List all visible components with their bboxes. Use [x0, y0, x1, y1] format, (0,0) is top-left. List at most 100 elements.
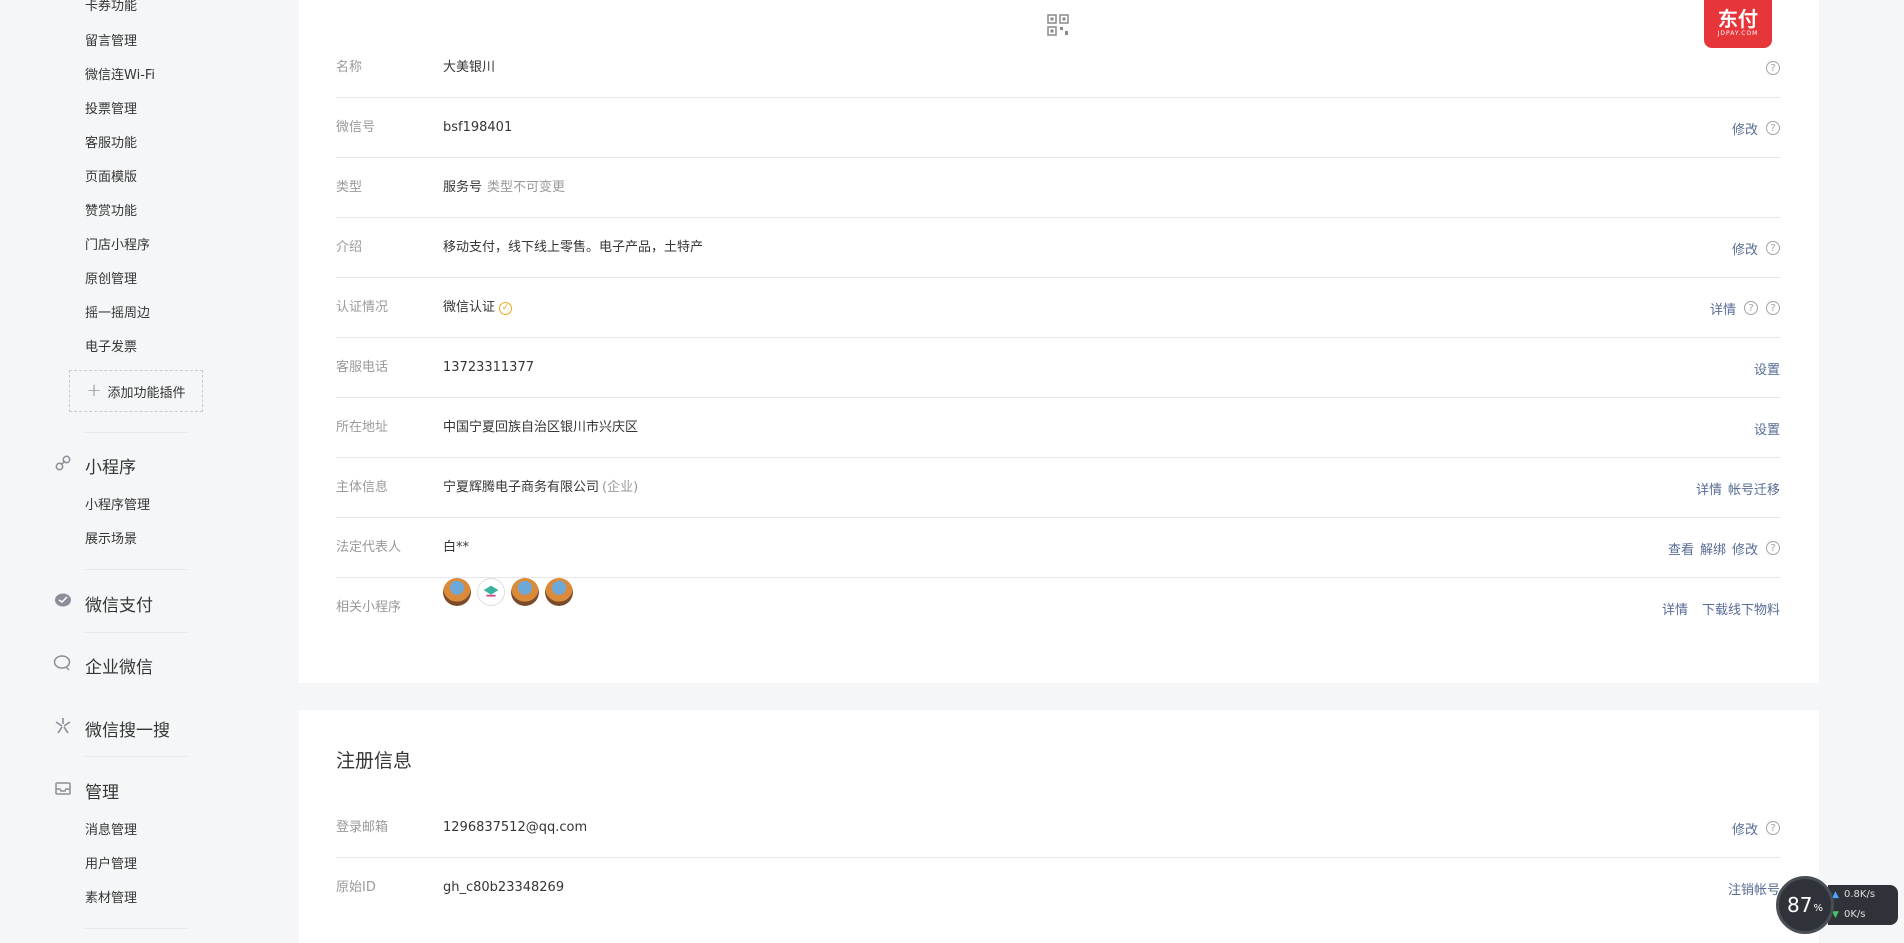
row-value: gh_c80b23348269 — [443, 880, 565, 895]
sidebar-divider — [85, 928, 187, 929]
details-link[interactable]: 详情 — [1710, 299, 1736, 318]
download-materials-link[interactable]: 下载线下物料 — [1702, 599, 1780, 618]
row-label: 登录邮箱 — [336, 820, 389, 835]
row-value: 13723311377 — [443, 360, 534, 375]
row-label: 所在地址 — [336, 420, 389, 435]
row-value: 1296837512@qq.com — [443, 820, 588, 835]
modify-link[interactable]: 修改 — [1732, 239, 1758, 258]
sidebar-section-wechat-search[interactable]: 微信搜一搜 — [85, 716, 170, 741]
speed-panel: ▲ 0.8K/s ▼ 0K/s — [1828, 885, 1898, 925]
cancel-account-link[interactable]: 注销帐号 — [1728, 879, 1780, 898]
help-icon[interactable]: ? — [1766, 241, 1780, 255]
sidebar-item-invoice[interactable]: 电子发票 — [85, 336, 137, 355]
sidebar-item-material-manage[interactable]: 素材管理 — [85, 887, 137, 906]
sidebar-item-page-template[interactable]: 页面模版 — [85, 166, 137, 185]
sidebar-item-wifi[interactable]: 微信连Wi-Fi — [85, 64, 155, 83]
verified-check-icon: ✓ — [499, 301, 513, 315]
add-plugin-label: 添加功能插件 — [107, 385, 186, 401]
modify-link[interactable]: 修改 — [1732, 819, 1758, 838]
entity-type: (企业) — [602, 480, 639, 495]
brand-badge-sub: JDPAY.COM — [1717, 30, 1759, 37]
link-icon — [53, 453, 73, 473]
settings-link[interactable]: 设置 — [1754, 359, 1780, 378]
reg-row-original-id: 原始ID gh_c80b23348269 注销帐号 — [336, 858, 1780, 918]
miniprogram-avatar[interactable] — [477, 578, 505, 606]
modify-link[interactable]: 修改 — [1732, 539, 1758, 558]
qrcode-icon[interactable] — [1047, 14, 1069, 36]
sidebar-divider — [85, 432, 187, 433]
details-link[interactable]: 详情 — [1662, 599, 1688, 618]
network-speed-widget[interactable]: ▲ 0.8K/s ▼ 0K/s 87% — [1776, 876, 1900, 934]
info-row-wechat-id: 微信号 bsf198401 修改 ? — [336, 98, 1780, 158]
row-value: 移动支付，线下线上零售。电子产品，土特产 — [443, 240, 704, 255]
help-icon[interactable]: ? — [1766, 541, 1780, 555]
sidebar-item-reward[interactable]: 赞赏功能 — [85, 200, 137, 219]
info-row-intro: 介绍 移动支付，线下线上零售。电子产品，土特产 修改 ? — [336, 218, 1780, 278]
sidebar-item-card-coupon[interactable]: 卡券功能 — [85, 0, 137, 14]
chat-bubble-icon — [53, 653, 73, 673]
download-speed: 0K/s — [1844, 909, 1866, 920]
account-migrate-link[interactable]: 帐号迁移 — [1728, 479, 1780, 498]
brand-badge-text: 东付 — [1718, 7, 1758, 31]
row-value: 大美银川 — [443, 60, 496, 75]
sidebar-item-comments[interactable]: 留言管理 — [85, 30, 137, 49]
registration-title: 注册信息 — [336, 750, 413, 772]
details-link[interactable]: 详情 — [1696, 479, 1722, 498]
sidebar-item-miniprogram-manage[interactable]: 小程序管理 — [85, 494, 150, 513]
sidebar-item-customer-service[interactable]: 客服功能 — [85, 132, 137, 151]
info-row-name: 名称 大美银川 ? — [336, 38, 1780, 98]
info-row-entity: 主体信息 宁夏辉腾电子商务有限公司 (企业) 详情 帐号迁移 — [336, 458, 1780, 518]
gauge-percent: 87 — [1787, 893, 1813, 917]
sidebar-item-user-manage[interactable]: 用户管理 — [85, 853, 137, 872]
row-value: 服务号 — [443, 180, 483, 195]
sidebar-divider — [85, 632, 187, 633]
info-row-type: 类型 服务号 类型不可变更 — [336, 158, 1780, 218]
inbox-icon — [53, 778, 73, 798]
sidebar-divider — [85, 756, 187, 757]
row-value: 白** — [443, 540, 470, 555]
miniprogram-avatar[interactable] — [443, 578, 471, 606]
sidebar-item-vote[interactable]: 投票管理 — [85, 98, 137, 117]
upload-speed: 0.8K/s — [1844, 889, 1876, 900]
help-icon[interactable]: ? — [1744, 301, 1758, 315]
sidebar-item-message-manage[interactable]: 消息管理 — [85, 819, 137, 838]
modify-link[interactable]: 修改 — [1732, 119, 1758, 138]
row-label: 主体信息 — [336, 480, 389, 495]
unbind-link[interactable]: 解绑 — [1700, 539, 1726, 558]
sidebar-divider — [85, 569, 187, 570]
help-icon[interactable]: ? — [1766, 121, 1780, 135]
info-row-service-phone: 客服电话 13723311377 设置 — [336, 338, 1780, 398]
settings-link[interactable]: 设置 — [1754, 419, 1780, 438]
help-icon[interactable]: ? — [1766, 61, 1780, 75]
row-label: 微信号 — [336, 120, 376, 135]
sidebar-section-miniprogram[interactable]: 小程序 — [85, 453, 136, 478]
row-label: 名称 — [336, 60, 363, 75]
row-label: 类型 — [336, 180, 363, 195]
sidebar-section-work-wechat[interactable]: 企业微信 — [85, 653, 153, 678]
miniprogram-avatar[interactable] — [511, 578, 539, 606]
row-label: 原始ID — [336, 880, 376, 895]
search-star-icon — [53, 716, 73, 736]
info-row-legal-rep: 法定代表人 白** 查看 解绑 修改 ? — [336, 518, 1780, 578]
sidebar-section-wechat-pay[interactable]: 微信支付 — [85, 591, 153, 616]
help-icon[interactable]: ? — [1766, 301, 1780, 315]
info-row-related-miniprograms: 相关小程序 详情 下载线下物料 — [336, 578, 1780, 638]
view-link[interactable]: 查看 — [1668, 539, 1694, 558]
sidebar-item-display-scene[interactable]: 展示场景 — [85, 528, 137, 547]
row-label: 法定代表人 — [336, 540, 402, 555]
row-label: 客服电话 — [336, 360, 389, 375]
reg-row-email: 登录邮箱 1296837512@qq.com 修改 ? — [336, 798, 1780, 858]
sidebar-item-store-miniprogram[interactable]: 门店小程序 — [85, 234, 150, 253]
plus-icon: + — [86, 380, 102, 401]
sidebar-item-original[interactable]: 原创管理 — [85, 268, 137, 287]
help-icon[interactable]: ? — [1766, 821, 1780, 835]
row-label: 认证情况 — [336, 300, 389, 315]
info-row-address: 所在地址 中国宁夏回族自治区银川市兴庆区 设置 — [336, 398, 1780, 458]
add-plugin-button[interactable]: + 添加功能插件 — [69, 370, 203, 412]
miniprogram-avatar[interactable] — [545, 578, 573, 606]
row-value: bsf198401 — [443, 120, 513, 135]
sidebar-item-shake[interactable]: 摇一摇周边 — [85, 302, 150, 321]
sidebar-section-manage[interactable]: 管理 — [85, 778, 119, 803]
row-label: 相关小程序 — [336, 600, 402, 615]
wechat-pay-icon — [53, 591, 73, 611]
